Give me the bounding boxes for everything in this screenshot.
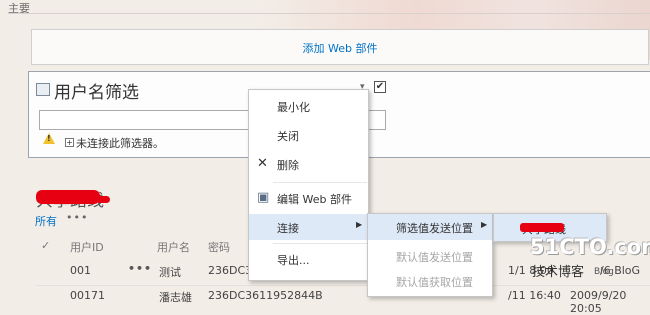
submenu-arrow-icon: ▶ — [481, 220, 488, 229]
redaction-mark — [36, 190, 100, 204]
warning-icon-mark: ! — [47, 134, 51, 143]
menu-item-get-default-values-from[interactable]: 默认值获取位置 — [368, 268, 492, 294]
menu-item-label: 筛选值发送位置 — [396, 222, 473, 235]
column-header-user-name[interactable]: 用户名 — [157, 239, 190, 255]
site-watermark: 51CTO.com 技术博客 Blog — [528, 235, 650, 295]
zone-divider — [8, 13, 650, 14]
menu-item-edit-web-part[interactable]: ▣ 编辑 Web 部件 — [249, 185, 368, 211]
watermark-subtitle: 技术博客 — [532, 265, 585, 280]
add-web-part-link[interactable]: 添加 Web 部件 — [32, 40, 648, 56]
webpart-select-checkbox[interactable]: ✔ — [374, 81, 386, 93]
watermark-blog: Blog — [594, 267, 614, 277]
connections-submenu: 筛选值发送位置 ▶ 默认值发送位置 默认值获取位置 — [367, 213, 493, 297]
expand-icon[interactable]: + — [65, 138, 74, 147]
menu-item-label: 默认值获取位置 — [396, 276, 473, 289]
row-menu-button[interactable]: ••• — [128, 262, 152, 275]
cell-password: 236DC3611952844B — [208, 289, 323, 302]
select-all-check-icon[interactable]: ✓ — [41, 239, 50, 252]
column-header-password[interactable]: 密码 — [208, 239, 230, 255]
menu-item-minimize[interactable]: 最小化 — [249, 93, 368, 119]
menu-separator — [273, 182, 367, 183]
menu-separator — [273, 243, 367, 244]
cell-user-id: 001 — [70, 264, 91, 277]
filter-warning-text: 未连接此筛选器。 — [76, 137, 164, 150]
filter-webpart-icon — [36, 83, 50, 96]
column-header-user-id[interactable]: 用户ID — [70, 239, 104, 255]
view-all-tab[interactable]: 所有 — [35, 213, 57, 229]
menu-item-connections[interactable]: 连接 ▶ — [249, 214, 368, 240]
webpart-context-menu: 最小化 关闭 ✕ 删除 ▣ 编辑 Web 部件 连接 ▶ 导出... — [248, 89, 369, 281]
filter-title: 用户名筛选 — [54, 83, 139, 103]
menu-item-label: 编辑 Web 部件 — [277, 193, 352, 206]
menu-item-label: 最小化 — [277, 101, 310, 114]
menu-item-label: 删除 — [277, 159, 299, 172]
cell-user-name: 测试 — [159, 266, 181, 279]
menu-item-label: 连接 — [277, 222, 299, 235]
add-web-part-zone[interactable]: 添加 Web 部件 — [31, 29, 649, 65]
watermark-logo: 51CTO.com — [530, 235, 650, 259]
edit-webpart-icon: ▣ — [257, 190, 270, 205]
menu-item-send-default-values-to[interactable]: 默认值发送位置 — [368, 243, 492, 269]
redaction-mark — [520, 223, 564, 232]
menu-item-export[interactable]: 导出... — [249, 246, 368, 272]
submenu-arrow-icon: ▶ — [356, 220, 363, 229]
cell-user-name: 潘志雄 — [159, 291, 192, 304]
menu-item-label: 关闭 — [277, 130, 299, 143]
cell-user-id: 00171 — [70, 289, 105, 302]
redaction-mark — [96, 196, 110, 203]
menu-item-label: 默认值发送位置 — [396, 251, 473, 264]
menu-item-send-filter-values-to[interactable]: 筛选值发送位置 ▶ — [368, 214, 492, 240]
menu-item-label: 导出... — [277, 254, 310, 267]
menu-item-close[interactable]: 关闭 — [249, 122, 368, 148]
menu-item-delete[interactable]: ✕ 删除 — [249, 151, 368, 177]
delete-icon: ✕ — [257, 156, 268, 171]
view-more-button[interactable]: ••• — [66, 211, 88, 224]
